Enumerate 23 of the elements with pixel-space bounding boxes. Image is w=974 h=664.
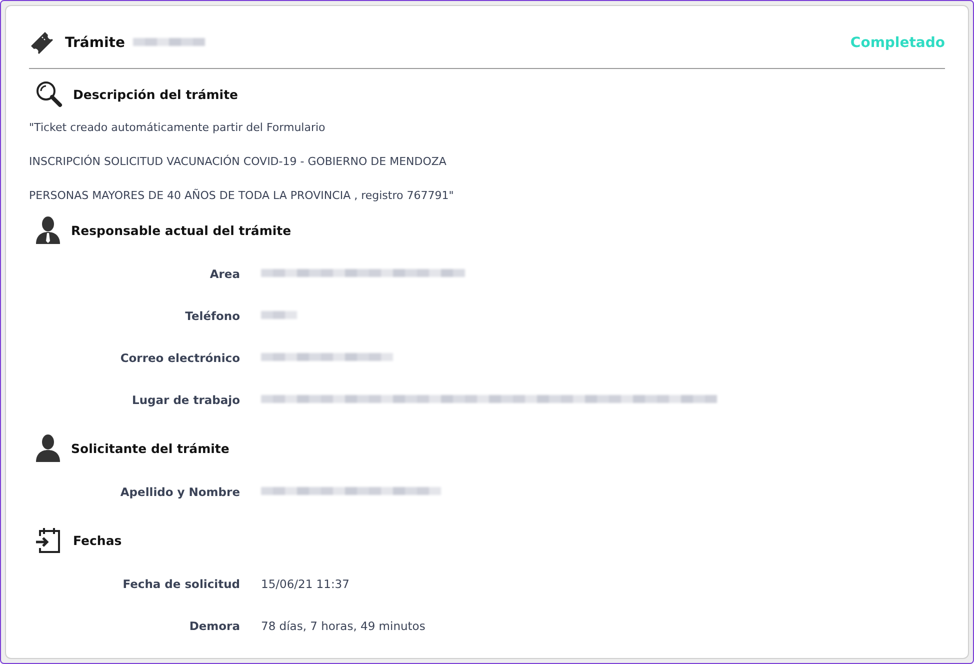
field-label: Lugar de trabajo <box>132 393 240 407</box>
section-heading: Descripción del trámite <box>73 86 238 102</box>
field-value: 78 días, 7 horas, 49 minutos <box>261 619 426 633</box>
field-label: Correo electrónico <box>120 351 240 365</box>
field-value: 15/06/21 11:37 <box>261 577 350 591</box>
section-heading: Responsable actual del trámite <box>71 222 292 238</box>
description-text: INSCRIPCIÓN SOLICITUD VACUNACIÓN COVID-19 - GOBIERNO DE MENDOZA <box>29 154 448 170</box>
field-label: Teléfono <box>185 309 240 323</box>
field-label: Fecha de solicitud <box>122 577 240 591</box>
status-label: Completado <box>850 35 945 51</box>
description-text: "Ticket creado automáticamente partir del Formulario <box>29 120 326 136</box>
description-text: PERSONAS MAYORES DE 40 AÑOS DE TODA LA PROVINCIA , registro 767791" <box>29 188 455 204</box>
field-label: Apellido y Nombre <box>120 485 240 499</box>
calendar-icon <box>35 526 63 554</box>
section-heading: Solicitante del trámite <box>71 440 230 456</box>
field-label: Demora <box>189 619 240 633</box>
person-icon <box>35 216 61 244</box>
ticket-icon <box>29 30 55 56</box>
section-heading: Fechas <box>73 532 122 548</box>
field-label: Area <box>210 267 240 281</box>
person-icon <box>35 434 61 462</box>
search-icon <box>35 80 63 108</box>
ticket-title: Trámite <box>65 35 125 51</box>
